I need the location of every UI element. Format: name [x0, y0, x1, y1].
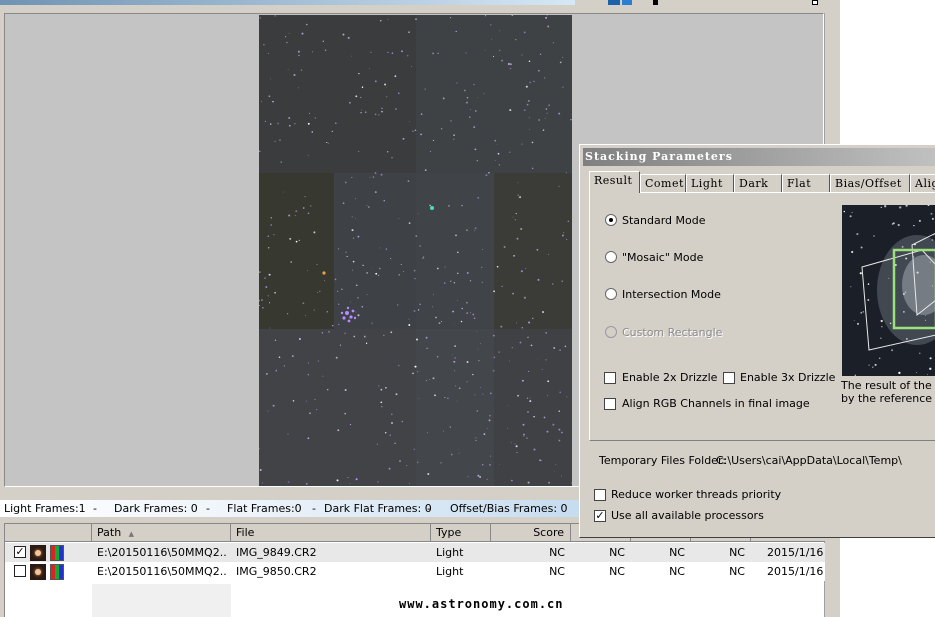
drizzle-3x-label[interactable]: Enable 3x Drizzle	[740, 371, 835, 384]
tab-light[interactable]: Light	[686, 174, 734, 192]
custom-rectangle-radio	[605, 326, 617, 338]
stacking-parameters-dialog: Stacking Parameters Result Comet Light D…	[579, 144, 935, 538]
tab-result[interactable]: Result	[589, 171, 640, 193]
rgb-channels-icon	[50, 564, 64, 580]
rgb-channels-icon	[50, 545, 64, 561]
dark-frames-count: Dark Frames: 0	[114, 502, 198, 515]
table-row[interactable]: E:\20150116\50MMQ2... IMG_9850.CR2 Light…	[5, 562, 825, 581]
column-header-type[interactable]: Type	[431, 524, 491, 542]
drizzle-2x-label[interactable]: Enable 2x Drizzle	[622, 371, 717, 384]
toolbar-icon[interactable]	[653, 0, 658, 5]
row-col6: NC	[669, 565, 685, 578]
row-col7: NC	[729, 546, 745, 559]
tab-bias-offset[interactable]: Bias/Offset	[830, 174, 910, 192]
toolbar-icon[interactable]	[622, 0, 632, 5]
row-col7: NC	[729, 565, 745, 578]
separator: -	[93, 502, 97, 515]
standard-mode-radio[interactable]	[605, 214, 617, 226]
separator: -	[427, 502, 431, 515]
row-checkbox[interactable]	[14, 565, 26, 577]
table-row[interactable]: ✓ E:\20150116\50MMQ2... IMG_9849.CR2 Lig…	[5, 543, 825, 562]
row-file: IMG_9849.CR2	[236, 546, 317, 559]
intersection-mode-label[interactable]: Intersection Mode	[622, 288, 721, 301]
dialog-title[interactable]: Stacking Parameters	[583, 148, 935, 166]
drizzle-3x-checkbox[interactable]	[723, 372, 735, 384]
row-score: NC	[549, 565, 565, 578]
mode-description: The result of the sta by the reference l…	[841, 379, 935, 405]
column-header-file[interactable]: File	[231, 524, 431, 542]
stacking-mode-preview	[842, 205, 935, 376]
orange-star	[322, 271, 326, 275]
tab-alignment[interactable]: Alig	[910, 174, 935, 192]
separator: -	[312, 502, 316, 515]
mosaic-mode-label[interactable]: "Mosaic" Mode	[622, 251, 703, 264]
column-header-path[interactable]: Path ▲	[92, 524, 231, 542]
custom-rectangle-label: Custom Rectangle	[622, 326, 723, 339]
star-field-image	[259, 15, 572, 486]
sort-ascending-icon: ▲	[128, 530, 135, 538]
intersection-mode-radio[interactable]	[605, 288, 617, 300]
tab-comet[interactable]: Comet	[640, 174, 686, 192]
offset-bias-frames-count: Offset/Bias Frames: 0	[450, 502, 568, 515]
temp-folder-path[interactable]: C:\Users\cai\AppData\Local\Temp\	[716, 454, 902, 467]
row-path: E:\20150116\50MMQ2...	[97, 565, 227, 578]
reduce-threads-checkbox[interactable]	[594, 489, 606, 501]
flat-frames-count: Flat Frames:0	[227, 502, 302, 515]
comet-point	[430, 206, 434, 210]
preview-graphic	[842, 205, 935, 376]
light-frames-count: Light Frames:1	[4, 502, 86, 515]
tab-flat[interactable]: Flat	[782, 174, 830, 192]
toolbar-checkbox[interactable]	[812, 0, 818, 5]
row-col5: NC	[609, 565, 625, 578]
progress-gradient	[0, 0, 575, 5]
row-file: IMG_9850.CR2	[236, 565, 317, 578]
row-type: Light	[436, 565, 464, 578]
toolbar-icon[interactable]	[608, 0, 620, 5]
separator: -	[206, 502, 210, 515]
row-path: E:\20150116\50MMQ2...	[97, 546, 227, 559]
column-header-score[interactable]: Score	[491, 524, 571, 542]
row-type: Light	[436, 546, 464, 559]
align-rgb-checkbox[interactable]	[604, 398, 616, 410]
row-col5: NC	[609, 546, 625, 559]
use-all-processors-checkbox[interactable]: ✓	[594, 510, 606, 522]
star-field-graphic	[259, 15, 572, 486]
mosaic-mode-radio[interactable]	[605, 251, 617, 263]
row-col6: NC	[669, 546, 685, 559]
temp-folder-label: Temporary Files Folder:	[599, 454, 726, 467]
dark-flat-frames-count: Dark Flat Frames: 0	[324, 502, 432, 515]
tab-dark[interactable]: Dark	[734, 174, 782, 192]
row-score: NC	[549, 546, 565, 559]
row-date: 2015/1/16 2	[767, 565, 825, 578]
frame-thumbnail-icon	[30, 564, 46, 580]
column-header-select[interactable]	[5, 524, 92, 542]
row-checkbox[interactable]: ✓	[14, 546, 26, 558]
drizzle-2x-checkbox[interactable]	[604, 372, 616, 384]
watermark-text: www.astronomy.com.cn	[399, 597, 564, 611]
path-column-shade	[92, 584, 231, 617]
row-date: 2015/1/16 2	[767, 546, 825, 559]
reduce-threads-label[interactable]: Reduce worker threads priority	[611, 488, 781, 501]
top-toolbar-strip	[0, 0, 840, 7]
frame-thumbnail-icon	[30, 545, 46, 561]
align-rgb-label[interactable]: Align RGB Channels in final image	[622, 397, 810, 410]
use-all-processors-label[interactable]: Use all available processors	[611, 509, 764, 522]
standard-mode-label[interactable]: Standard Mode	[622, 214, 706, 227]
